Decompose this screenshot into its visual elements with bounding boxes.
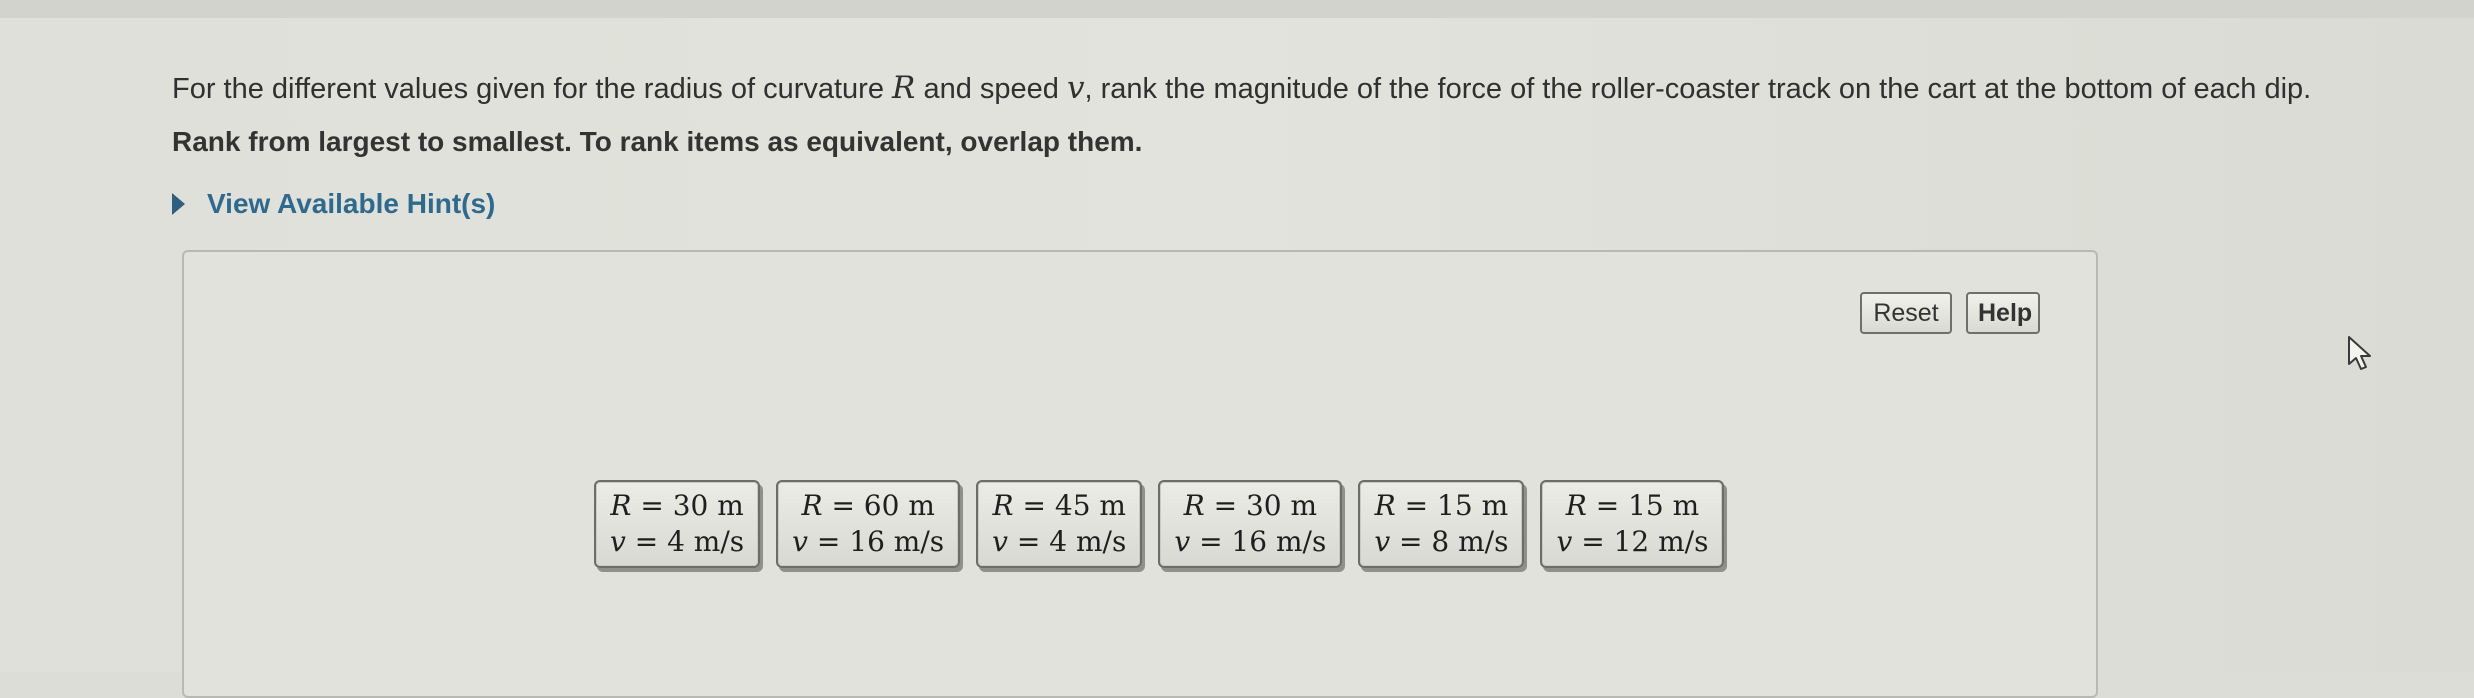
speed-line: v = 16 m/s [1174,524,1326,560]
speed-symbol: v [1556,525,1573,558]
radius-line: R = 15 m [1566,488,1699,524]
ranking-instruction: Rank from largest to smallest. To rank i… [172,126,1143,157]
radius-line: R = 30 m [1184,488,1317,524]
speed-value: = 16 m/s [816,525,945,558]
speed-symbol: v [792,525,808,558]
radius-value: = 15 m [1595,489,1700,522]
radius-symbol: R [1183,489,1205,522]
speed-value: = 8 m/s [1399,525,1509,558]
ranking-workspace: Reset Help R = 30 m v = 4 m/s R = 60 m v… [182,250,2098,698]
ranking-items: R = 30 m v = 4 m/s R = 60 m v = 16 m/s R… [594,480,1725,568]
speed-line: v = 4 m/s [992,524,1126,560]
ranking-item[interactable]: R = 30 m v = 16 m/s [1158,480,1343,568]
radius-value: = 60 m [831,489,935,522]
speed-symbol: v [1374,525,1391,558]
question-text: For the different values given for the r… [172,70,2311,106]
view-hints-toggle[interactable]: View Available Hint(s) [172,188,495,220]
radius-value: = 30 m [1213,489,1318,522]
radius-symbol: R [801,489,823,522]
help-button[interactable]: Help [1966,292,2040,334]
speed-symbol: v [1066,70,1085,106]
speed-line: v = 8 m/s [1374,524,1508,560]
speed-value: = 4 m/s [634,525,745,558]
content-area: For the different values given for the r… [0,18,2474,698]
radius-value: = 15 m [1404,489,1509,522]
ranking-item[interactable]: R = 15 m v = 12 m/s [1540,480,1725,568]
radius-value: = 45 m [1022,489,1126,522]
triangle-right-icon [172,193,185,215]
speed-symbol: v [610,525,626,558]
radius-symbol: R [892,70,916,106]
top-strip [0,0,2474,18]
ranking-item[interactable]: R = 15 m v = 8 m/s [1358,480,1525,568]
speed-line: v = 4 m/s [610,524,744,560]
radius-symbol: R [1374,489,1396,522]
speed-symbol: v [1174,525,1191,558]
radius-line: R = 30 m [610,488,743,524]
reset-button[interactable]: Reset [1860,292,1952,334]
radius-symbol: R [1565,489,1587,522]
radius-symbol: R [992,489,1014,522]
speed-value: = 16 m/s [1199,525,1327,558]
ranking-item[interactable]: R = 60 m v = 16 m/s [776,480,961,568]
speed-line: v = 12 m/s [1556,524,1708,560]
question-prefix: For the different values given for the r… [172,73,884,105]
question-suffix: , rank the magnitude of the force of the… [1084,73,2312,105]
ranking-item[interactable]: R = 45 m v = 4 m/s [976,480,1143,568]
radius-line: R = 45 m [993,488,1126,524]
question-middle: and speed [923,73,1059,105]
view-hints-label: View Available Hint(s) [207,188,496,219]
speed-value: = 12 m/s [1581,525,1709,558]
speed-symbol: v [992,525,1008,558]
radius-line: R = 15 m [1375,488,1508,524]
radius-line: R = 60 m [801,488,934,524]
speed-line: v = 16 m/s [792,524,944,560]
radius-value: = 30 m [640,489,744,522]
ranking-item[interactable]: R = 30 m v = 4 m/s [594,480,761,568]
radius-symbol: R [610,489,632,522]
mouse-pointer-icon [2348,336,2371,370]
speed-value: = 4 m/s [1016,525,1127,558]
